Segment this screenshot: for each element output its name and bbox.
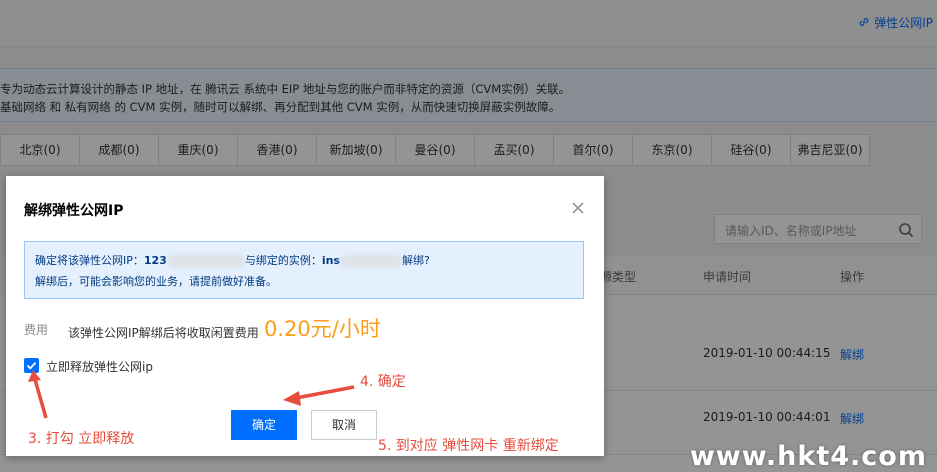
instance-id: ins — [321, 254, 341, 267]
notice-line-1: 确定将该弹性公网IP：123 与绑定的实例：ins 解绑? — [35, 252, 430, 268]
notice-prefix: 确定将该弹性公网IP： — [35, 254, 144, 267]
release-checkbox-label[interactable]: 立即释放弹性公网ip — [46, 358, 153, 375]
notice-mid: 与绑定的实例： — [244, 254, 322, 267]
unbind-eip-dialog: 解绑弹性公网IP 确定将该弹性公网IP：123 与绑定的实例：ins 解绑? 解绑后… — [6, 176, 604, 456]
redacted-ip — [166, 254, 245, 268]
annotation-step-5: 5. 到对应 弹性网卡 重新绑定 — [378, 438, 559, 454]
notice-suffix: 解绑? — [402, 254, 430, 267]
eip-address: 123 — [143, 254, 167, 267]
annotation-step-3: 3. 打勾 立即释放 — [28, 431, 135, 447]
redacted-instance — [340, 254, 403, 268]
close-icon[interactable] — [570, 200, 586, 216]
release-checkbox[interactable] — [24, 358, 39, 373]
confirm-button[interactable]: 确定 — [231, 410, 297, 440]
checkmark-icon — [26, 362, 37, 370]
dialog-title: 解绑弹性公网IP — [24, 203, 124, 219]
annotation-step-4: 4. 确定 — [360, 374, 406, 390]
notice-line-2: 解绑后，可能会影响您的业务，请提前做好准备。 — [35, 275, 277, 288]
cancel-button[interactable]: 取消 — [311, 410, 377, 440]
fee-label: 费用 — [24, 323, 49, 337]
watermark: www.hkt4.com — [689, 441, 927, 472]
confirm-notice: 确定将该弹性公网IP：123 与绑定的实例：ins 解绑? 解绑后，可能会影响您的业… — [24, 241, 584, 299]
fee-price: 0.20元/小时 — [264, 317, 381, 341]
fee-description: 该弹性公网IP解绑后将收取闲置费用 — [68, 326, 259, 340]
